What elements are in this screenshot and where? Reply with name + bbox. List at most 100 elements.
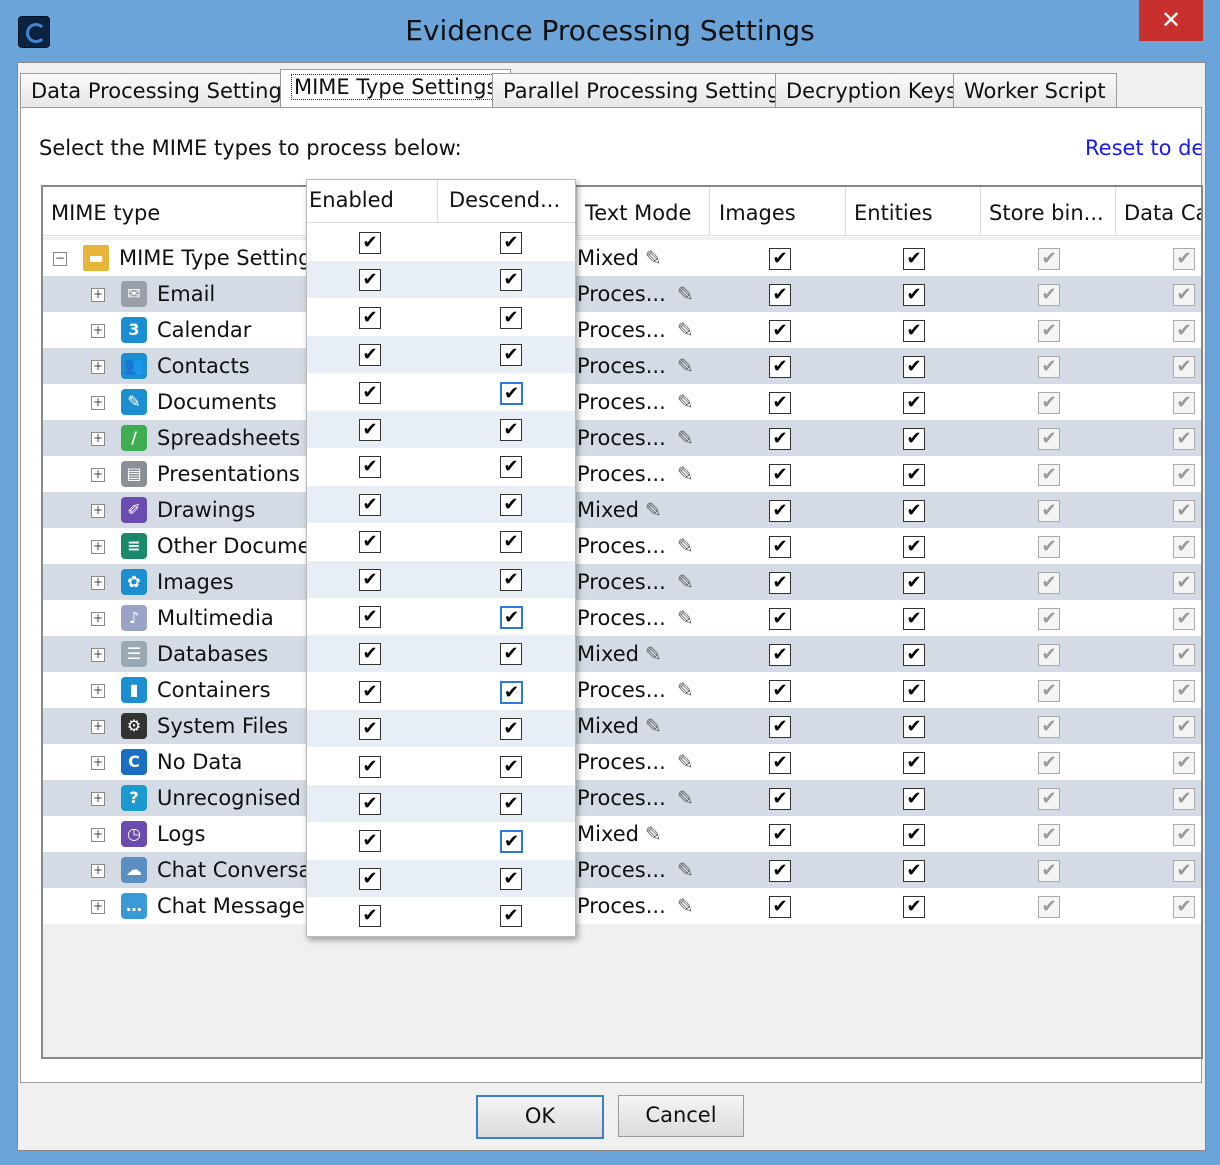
images-checkbox[interactable]: ✔ (769, 752, 791, 774)
images-checkbox[interactable]: ✔ (769, 500, 791, 522)
expand-icon[interactable]: + (91, 288, 105, 302)
expand-icon[interactable]: + (91, 756, 105, 770)
data-carving-checkbox[interactable]: ✔ (1173, 356, 1195, 378)
expand-icon[interactable]: + (91, 720, 105, 734)
expand-icon[interactable]: + (91, 432, 105, 446)
data-carving-checkbox[interactable]: ✔ (1173, 284, 1195, 306)
store-binary-checkbox[interactable]: ✔ (1038, 428, 1060, 450)
include-descendants-checkbox[interactable]: ✔ (500, 306, 522, 329)
data-carving-checkbox[interactable]: ✔ (1173, 248, 1195, 270)
images-checkbox[interactable]: ✔ (769, 428, 791, 450)
entities-checkbox[interactable]: ✔ (903, 428, 925, 450)
pencil-icon[interactable]: ✎ (677, 384, 694, 420)
table-row[interactable]: + 👥 Contacts Proces... ✎ ✔ ✔ ✔ ✔ (43, 348, 1201, 384)
table-row[interactable]: + ✿ Images Proces... ✎ ✔ ✔ ✔ ✔ (43, 564, 1201, 600)
column-header-images[interactable]: Images (711, 187, 846, 236)
entities-checkbox[interactable]: ✔ (903, 284, 925, 306)
close-button[interactable]: ✕ (1139, 0, 1203, 41)
entities-checkbox[interactable]: ✔ (903, 644, 925, 666)
include-descendants-checkbox[interactable]: ✔ (500, 643, 522, 666)
pencil-icon[interactable]: ✎ (645, 240, 662, 276)
expand-icon[interactable]: + (91, 576, 105, 590)
text-mode-value[interactable]: Proces... (577, 456, 666, 492)
images-checkbox[interactable]: ✔ (769, 824, 791, 846)
table-row[interactable]: +3 Calendar Proces... ✎ ✔ ✔ ✔ ✔ (43, 312, 1201, 348)
expand-icon[interactable]: + (91, 900, 105, 914)
include-descendants-checkbox[interactable]: ✔ (500, 680, 523, 704)
text-mode-value[interactable]: Proces... (577, 564, 666, 600)
include-descendants-checkbox[interactable]: ✔ (500, 755, 522, 778)
data-carving-checkbox[interactable]: ✔ (1173, 824, 1195, 846)
text-mode-value[interactable]: Mixed (577, 708, 639, 744)
enabled-checkbox[interactable]: ✔ (359, 905, 381, 928)
enabled-checkbox[interactable]: ✔ (359, 531, 381, 554)
store-binary-checkbox[interactable]: ✔ (1038, 896, 1060, 918)
store-binary-checkbox[interactable]: ✔ (1038, 356, 1060, 378)
include-descendants-checkbox[interactable]: ✔ (500, 793, 522, 815)
entities-checkbox[interactable]: ✔ (903, 536, 925, 558)
tab-decryption-keys[interactable]: Decryption Keys (775, 73, 968, 108)
images-checkbox[interactable]: ✔ (769, 536, 791, 558)
pencil-icon[interactable]: ✎ (645, 708, 662, 744)
images-checkbox[interactable]: ✔ (769, 248, 791, 270)
column-header-mime-type[interactable]: MIME type (43, 187, 308, 236)
enabled-checkbox[interactable]: ✔ (359, 381, 381, 404)
text-mode-value[interactable]: Mixed (577, 636, 639, 672)
store-binary-checkbox[interactable]: ✔ (1038, 248, 1060, 270)
text-mode-value[interactable]: Mixed (577, 492, 639, 528)
store-binary-checkbox[interactable]: ✔ (1038, 572, 1060, 594)
enabled-checkbox[interactable]: ✔ (359, 680, 381, 703)
pencil-icon[interactable]: ✎ (677, 852, 694, 888)
enabled-checkbox[interactable]: ✔ (359, 419, 381, 441)
store-binary-checkbox[interactable]: ✔ (1038, 464, 1060, 486)
pencil-icon[interactable]: ✎ (677, 564, 694, 600)
data-carving-checkbox[interactable]: ✔ (1173, 644, 1195, 666)
table-row[interactable]: + ≡ Other Documer Proces... ✎ ✔ ✔ ✔ ✔ (43, 528, 1201, 564)
include-descendants-checkbox[interactable]: ✔ (500, 531, 522, 554)
store-binary-checkbox[interactable]: ✔ (1038, 752, 1060, 774)
text-mode-value[interactable]: Proces... (577, 420, 666, 456)
tab-data-processing-settings[interactable]: Data Processing Settings (20, 73, 304, 108)
ok-button[interactable]: OK (476, 1095, 604, 1139)
images-checkbox[interactable]: ✔ (769, 284, 791, 306)
images-checkbox[interactable]: ✔ (769, 320, 791, 342)
text-mode-value[interactable]: Proces... (577, 672, 666, 708)
table-row[interactable]: + ▤ Presentations Proces... ✎ ✔ ✔ ✔ ✔ (43, 456, 1201, 492)
data-carving-checkbox[interactable]: ✔ (1173, 788, 1195, 810)
store-binary-checkbox[interactable]: ✔ (1038, 644, 1060, 666)
entities-checkbox[interactable]: ✔ (903, 788, 925, 810)
enabled-checkbox[interactable]: ✔ (359, 643, 381, 666)
include-descendants-checkbox[interactable]: ✔ (500, 718, 522, 741)
pencil-icon[interactable]: ✎ (677, 780, 694, 816)
entities-checkbox[interactable]: ✔ (903, 752, 925, 774)
table-row[interactable]: + ◷ Logs Mixed ✎ ✔ ✔ ✔ ✔ (43, 816, 1201, 852)
enabled-checkbox[interactable]: ✔ (359, 269, 381, 292)
text-mode-value[interactable]: Proces... (577, 600, 666, 636)
data-carving-checkbox[interactable]: ✔ (1173, 608, 1195, 630)
table-row[interactable]: + ⚙ System Files Mixed ✎ ✔ ✔ ✔ ✔ (43, 708, 1201, 744)
include-descendants-checkbox[interactable]: ✔ (500, 867, 522, 890)
enabled-checkbox[interactable]: ✔ (359, 456, 381, 479)
images-checkbox[interactable]: ✔ (769, 356, 791, 378)
text-mode-value[interactable]: Proces... (577, 276, 666, 312)
entities-checkbox[interactable]: ✔ (903, 572, 925, 594)
expand-icon[interactable]: + (91, 792, 105, 806)
images-checkbox[interactable]: ✔ (769, 572, 791, 594)
store-binary-checkbox[interactable]: ✔ (1038, 392, 1060, 414)
expand-icon[interactable]: + (91, 504, 105, 518)
column-header-enabled[interactable]: Enabled (307, 180, 438, 222)
expand-icon[interactable]: + (91, 612, 105, 626)
data-carving-checkbox[interactable]: ✔ (1173, 428, 1195, 450)
entities-checkbox[interactable]: ✔ (903, 608, 925, 630)
data-carving-checkbox[interactable]: ✔ (1173, 680, 1195, 702)
entities-checkbox[interactable]: ✔ (903, 320, 925, 342)
expand-icon[interactable]: + (91, 396, 105, 410)
expand-icon[interactable]: + (91, 540, 105, 554)
data-carving-checkbox[interactable]: ✔ (1173, 896, 1195, 918)
enabled-checkbox[interactable]: ✔ (359, 867, 381, 890)
include-descendants-checkbox[interactable]: ✔ (500, 344, 522, 367)
images-checkbox[interactable]: ✔ (769, 788, 791, 810)
tab-parallel-processing-settings[interactable]: Parallel Processing Settings (492, 73, 803, 108)
pencil-icon[interactable]: ✎ (677, 672, 694, 708)
entities-checkbox[interactable]: ✔ (903, 248, 925, 270)
